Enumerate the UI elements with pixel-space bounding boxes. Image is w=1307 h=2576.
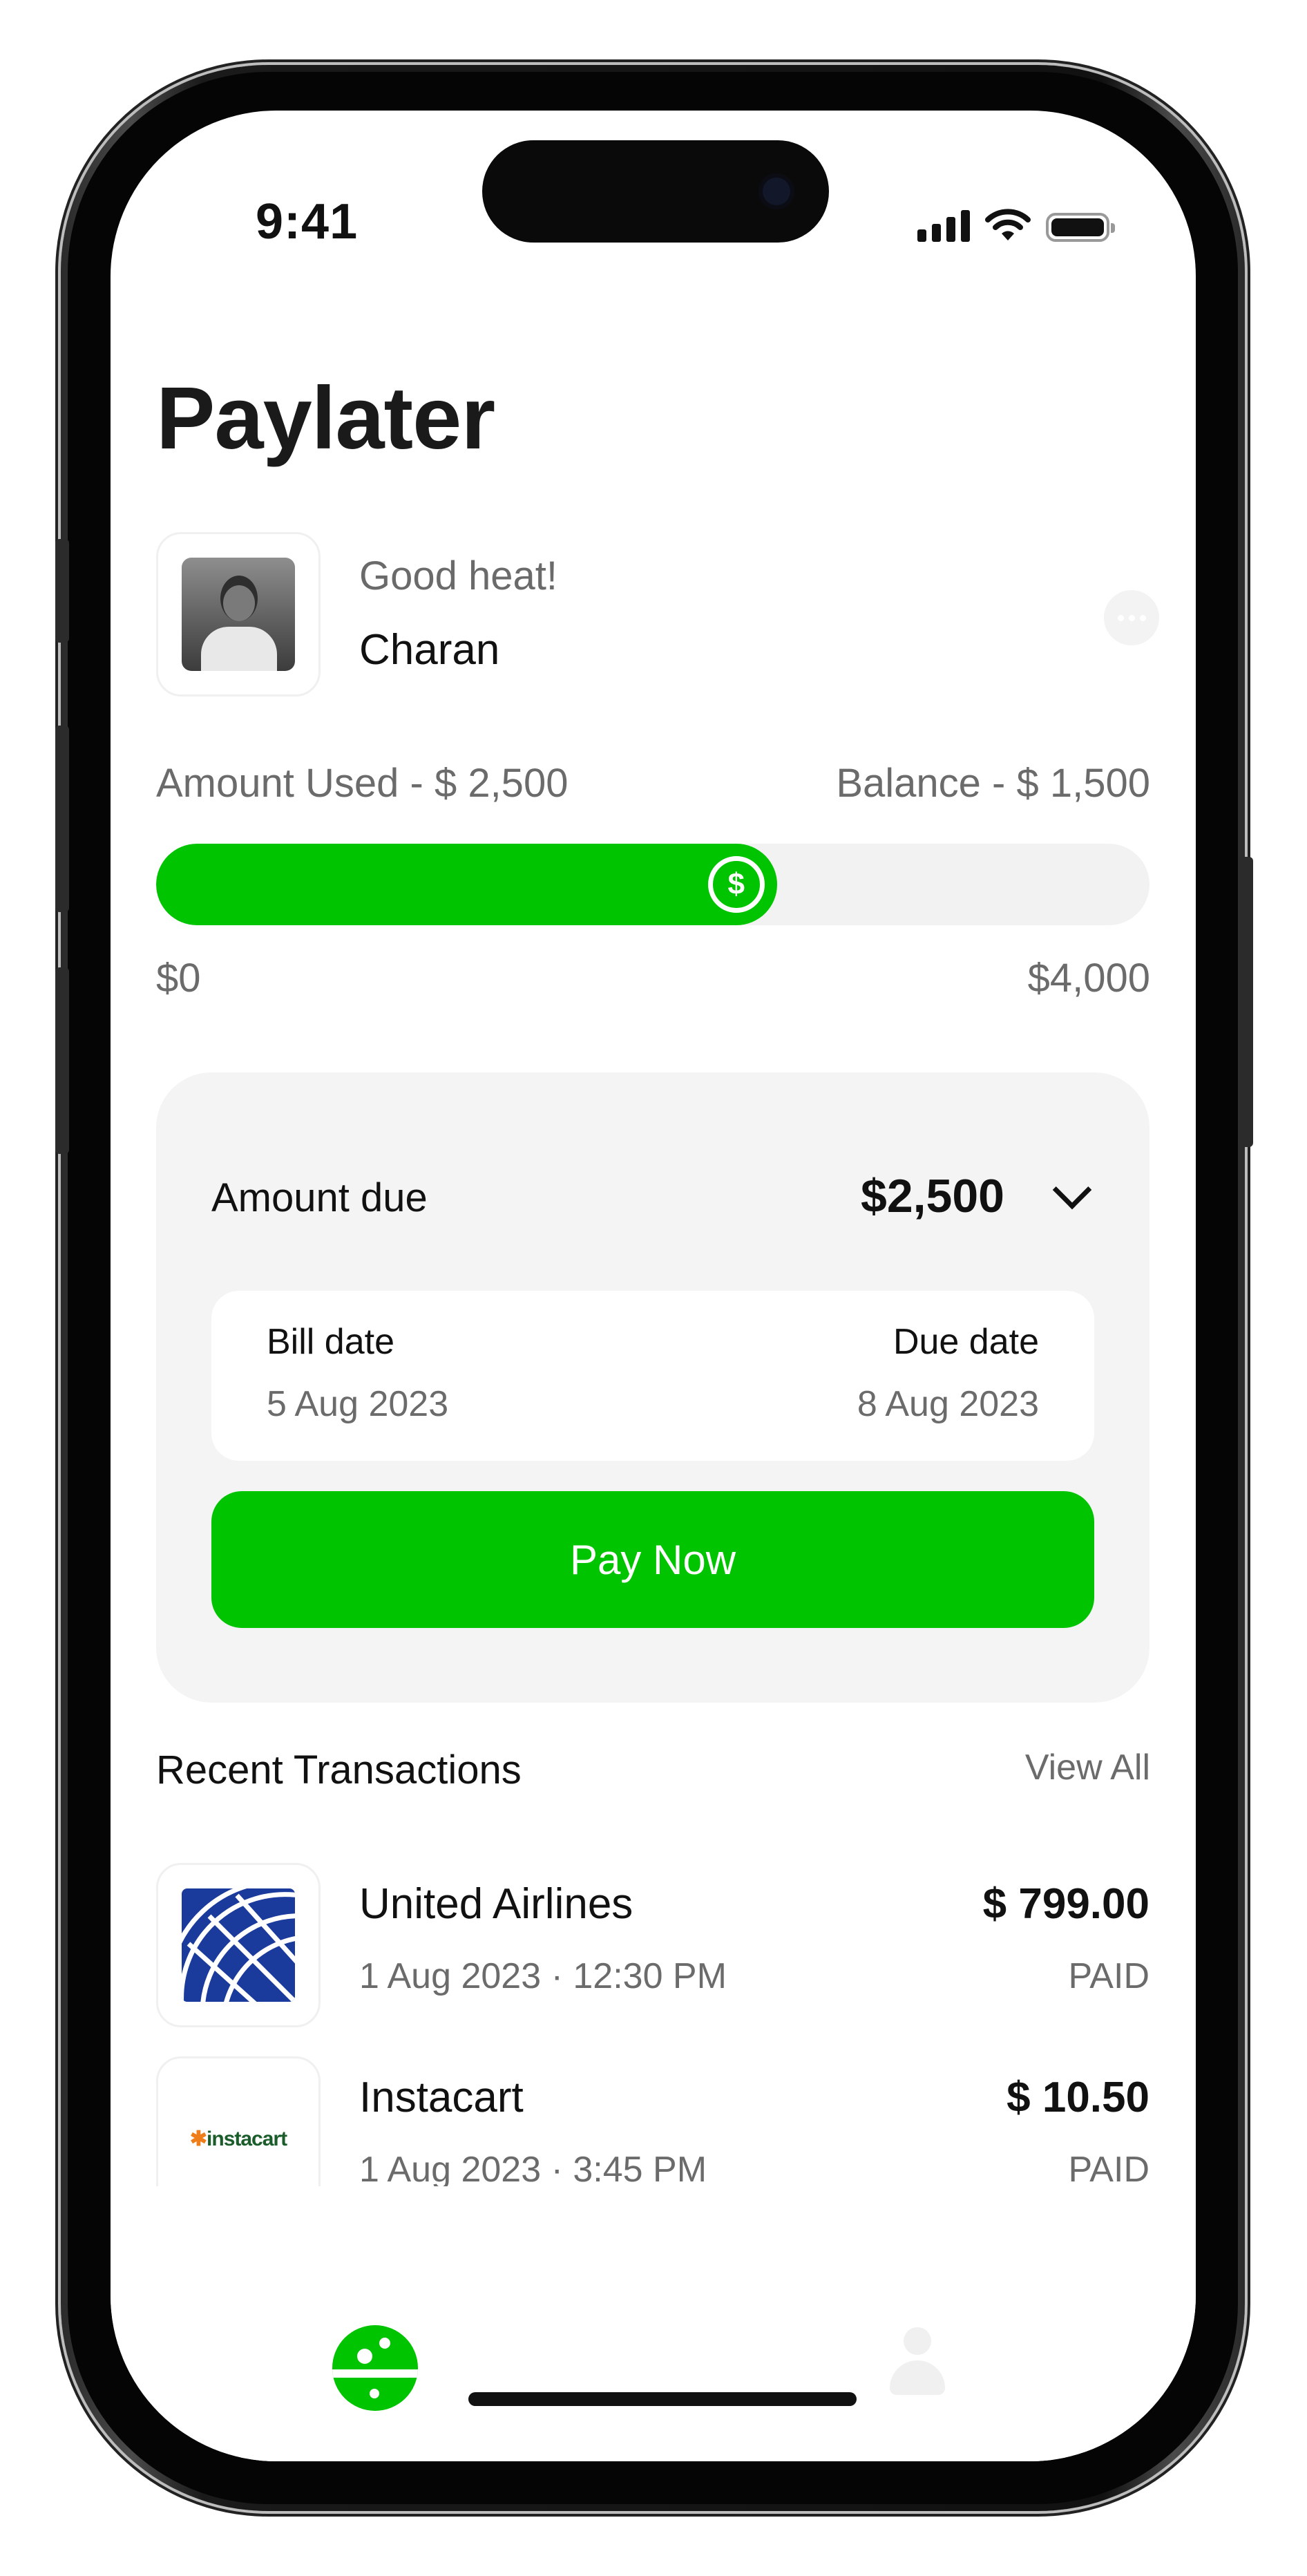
avatar-photo: [182, 558, 295, 671]
credit-progress-bar: $: [156, 844, 1149, 925]
balance-label: Balance - $ 1,500: [836, 761, 1150, 806]
credit-max-label: $4,000: [1027, 956, 1150, 1001]
transactions-list: United Airlines 1 Aug 2023 · 12:30 PM $ …: [156, 1863, 1149, 2186]
amount-due-value: $2,500: [861, 1170, 1004, 1222]
profile-icon[interactable]: [884, 2327, 951, 2403]
transaction-date: 1 Aug 2023 · 12:30 PM: [359, 1956, 727, 1996]
list-item[interactable]: ✱instacart Instacart 1 Aug 2023 · 3:45 P…: [156, 2056, 1149, 2186]
wifi-icon: [985, 209, 1031, 240]
volume-down-button: [55, 967, 69, 1154]
more-dots-icon: [1117, 614, 1124, 621]
bill-date-label: Bill date: [267, 1322, 394, 1362]
power-button: [1239, 857, 1253, 1147]
dollar-coin-icon: $: [707, 856, 765, 913]
volume-up-button: [55, 726, 69, 912]
home-indicator[interactable]: [468, 2392, 857, 2406]
cellular-signal-icon: [917, 210, 970, 242]
greeting-text: Good heat!: [359, 553, 557, 598]
view-all-link[interactable]: View All: [1025, 1747, 1150, 1788]
app-screen: 9:41 Paylater Good heat! Charan Amount U…: [111, 111, 1196, 2461]
action-button: [55, 539, 69, 643]
status-time: 9:41: [256, 194, 359, 249]
user-name: Charan: [359, 626, 500, 674]
chevron-down-icon[interactable]: [1052, 1170, 1092, 1210]
transaction-status: PAID: [1068, 2150, 1149, 2186]
bill-date-value: 5 Aug 2023: [267, 1384, 449, 1424]
instacart-logo: ✱instacart: [156, 2056, 321, 2186]
front-camera: [759, 173, 794, 209]
transaction-status: PAID: [1068, 1956, 1149, 1996]
amount-due-label: Amount due: [211, 1175, 428, 1220]
credit-progress-fill: $: [156, 844, 777, 925]
transaction-amount: $ 799.00: [982, 1880, 1149, 1928]
recent-transactions-title: Recent Transactions: [156, 1748, 522, 1792]
more-options-button[interactable]: [1104, 590, 1159, 645]
due-date-label: Due date: [893, 1322, 1039, 1362]
dates-box: Bill date 5 Aug 2023 Due date 8 Aug 2023: [211, 1291, 1094, 1461]
tab-bar: [111, 2239, 1196, 2461]
carrot-icon: ✱: [189, 2127, 207, 2150]
list-item[interactable]: United Airlines 1 Aug 2023 · 12:30 PM $ …: [156, 1863, 1149, 2056]
avatar[interactable]: [156, 532, 321, 697]
united-airlines-logo: [156, 1863, 321, 2027]
transaction-date: 1 Aug 2023 · 3:45 PM: [359, 2150, 707, 2186]
amount-used-label: Amount Used - $ 2,500: [156, 761, 569, 806]
credit-min-label: $0: [156, 956, 201, 1001]
amount-due-card: Amount due $2,500 Bill date 5 Aug 2023 D…: [156, 1072, 1149, 1703]
pay-now-button[interactable]: Pay Now: [211, 1491, 1094, 1628]
transaction-name: Instacart: [359, 2074, 524, 2121]
battery-icon: [1046, 213, 1115, 242]
home-icon[interactable]: [332, 2325, 418, 2411]
due-date-value: 8 Aug 2023: [857, 1384, 1039, 1424]
dynamic-island: [482, 140, 829, 243]
page-title: Paylater: [156, 369, 495, 468]
instacart-logo-text: instacart: [207, 2127, 287, 2150]
transaction-name: United Airlines: [359, 1880, 633, 1928]
transaction-amount: $ 10.50: [1007, 2074, 1149, 2121]
status-icons: [917, 207, 1115, 242]
